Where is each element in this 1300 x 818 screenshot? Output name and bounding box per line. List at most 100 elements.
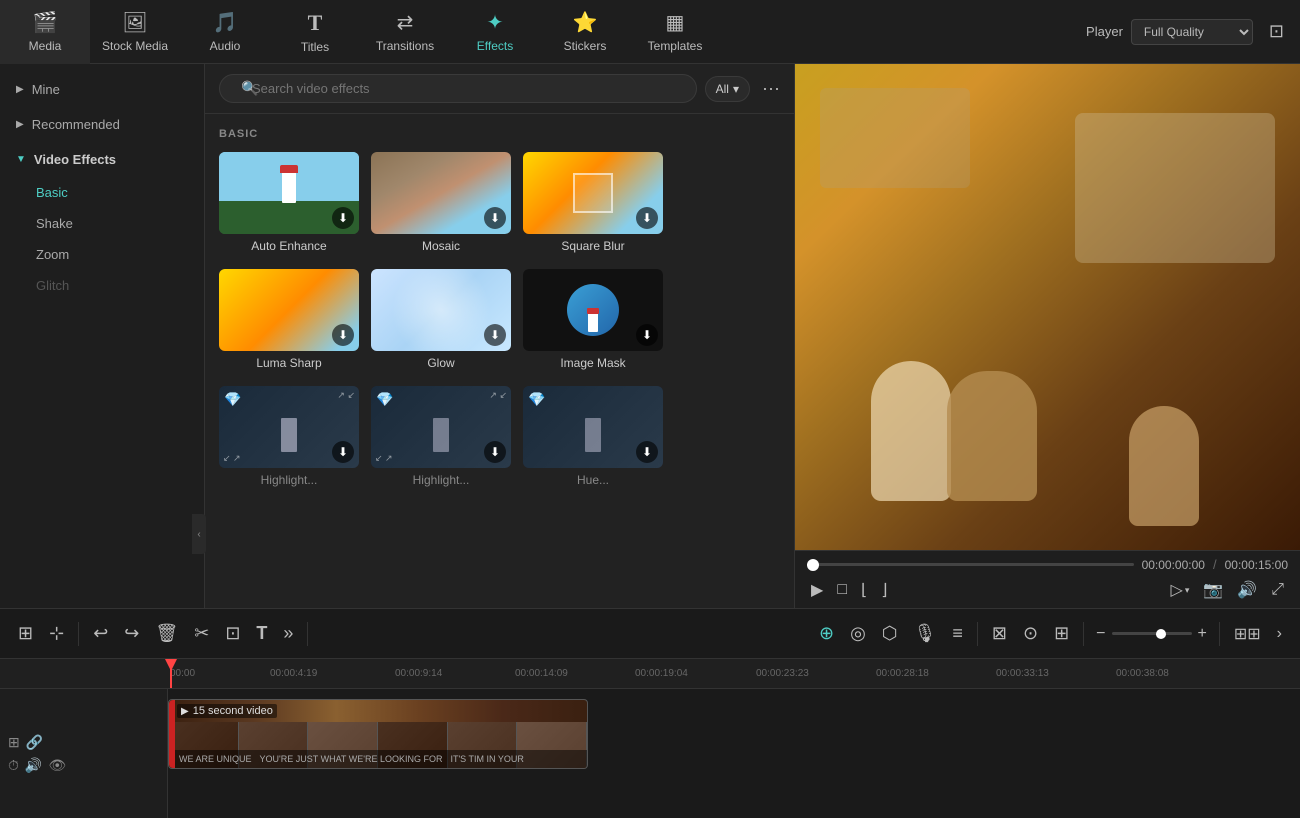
effect-thumb-highlight2: 💎 ↗ ↙ ↙ ↗ ⬇ bbox=[371, 386, 511, 468]
effect-thumb-square-blur: ⬇ bbox=[523, 152, 663, 234]
tool-mic[interactable]: 🎙 bbox=[908, 619, 943, 648]
tool-layout[interactable]: ⊞ bbox=[12, 619, 39, 648]
tool-cut[interactable]: ✂ bbox=[188, 619, 215, 648]
nav-effects[interactable]: ✦ Effects bbox=[450, 0, 540, 64]
tool-record2[interactable]: ◎ bbox=[844, 619, 872, 648]
effect-card-square-blur[interactable]: ⬇ Square Blur bbox=[523, 152, 663, 253]
toolbar-separator-4 bbox=[1083, 622, 1084, 646]
effect-thumb-luma-sharp: ⬇ bbox=[219, 269, 359, 351]
nav-titles[interactable]: T Titles bbox=[270, 0, 360, 64]
effect-card-image-mask[interactable]: ⬇ Image Mask bbox=[523, 269, 663, 370]
sidebar-subitem-basic[interactable]: Basic bbox=[0, 177, 204, 208]
track-volume-button[interactable]: 🔊 bbox=[25, 757, 42, 774]
sidebar-subitem-zoom[interactable]: Zoom bbox=[0, 239, 204, 270]
tool-redo[interactable]: ↪ bbox=[118, 619, 145, 648]
audio-button[interactable]: 🔊 bbox=[1233, 578, 1261, 602]
grid-view-button[interactable]: ⊞⊞ bbox=[1228, 620, 1267, 648]
effect-card-auto-enhance[interactable]: ⬇ Auto Enhance bbox=[219, 152, 359, 253]
player-fullscreen-icon[interactable]: ⊡ bbox=[1269, 21, 1284, 42]
progress-track[interactable] bbox=[807, 563, 1134, 566]
effect-download-icon[interactable]: ⬇ bbox=[636, 441, 658, 463]
effect-download-icon[interactable]: ⬇ bbox=[636, 324, 658, 346]
titles-icon: T bbox=[308, 10, 323, 36]
video-effects-chevron-icon: ▼ bbox=[16, 154, 26, 165]
play-button[interactable]: ▶ bbox=[807, 578, 827, 602]
effect-name-glow: Glow bbox=[371, 356, 511, 370]
nav-stickers[interactable]: ⭐ Stickers bbox=[540, 0, 630, 64]
track-visibility-button[interactable]: 👁 bbox=[48, 757, 66, 774]
stock-media-icon: 🖼 bbox=[122, 10, 147, 35]
tool-shape[interactable]: ⬡ bbox=[876, 619, 904, 648]
stop-button[interactable]: □ bbox=[833, 579, 851, 601]
expand-button[interactable]: › bbox=[1271, 621, 1288, 647]
nav-stock-media[interactable]: 🖼 Stock Media bbox=[90, 0, 180, 64]
media-icon: 🎬 bbox=[33, 10, 58, 35]
effect-card-luma-sharp[interactable]: ⬇ Luma Sharp bbox=[219, 269, 359, 370]
track-controls: ⊞ 🔗 ⏱ 🔊 👁 bbox=[0, 689, 168, 818]
effects-row-2: ⬇ Luma Sharp ⬇ Glow bbox=[219, 269, 780, 370]
sidebar-subitem-shake[interactable]: Shake bbox=[0, 208, 204, 239]
sidebar-item-video-effects[interactable]: ▼ Video Effects bbox=[0, 142, 204, 177]
nav-audio[interactable]: 🎵 Audio bbox=[180, 0, 270, 64]
fullscreen-button[interactable]: ⤢ bbox=[1267, 579, 1288, 601]
effect-name-luma-sharp: Luma Sharp bbox=[219, 356, 359, 370]
effect-download-icon[interactable]: ⬇ bbox=[484, 324, 506, 346]
effect-thumb-auto-enhance: ⬇ bbox=[219, 152, 359, 234]
tool-crop[interactable]: ⊡ bbox=[219, 619, 246, 648]
tool-text[interactable]: T bbox=[250, 619, 273, 648]
export-frame-button[interactable]: ▷▾ bbox=[1167, 578, 1194, 602]
progress-thumb bbox=[807, 559, 819, 571]
effect-download-icon[interactable]: ⬇ bbox=[484, 207, 506, 229]
zoom-track[interactable] bbox=[1112, 632, 1192, 635]
effect-download-icon[interactable]: ⬇ bbox=[332, 324, 354, 346]
tool-camera[interactable]: ⊙ bbox=[1017, 619, 1044, 648]
nav-templates[interactable]: ▦ Templates bbox=[630, 0, 720, 64]
ruler-mark-1: 00:00:4:19 bbox=[270, 668, 317, 679]
ruler-mark-2: 00:00:9:14 bbox=[395, 668, 442, 679]
search-icon: 🔍 bbox=[241, 80, 258, 97]
effect-download-icon[interactable]: ⬇ bbox=[636, 207, 658, 229]
sidebar-item-recommended[interactable]: ▶ Recommended bbox=[0, 107, 204, 142]
track-speed-button[interactable]: ⏱ bbox=[8, 757, 19, 774]
mark-out-button[interactable]: ⌋ bbox=[877, 578, 891, 602]
nav-media[interactable]: 🎬 Media bbox=[0, 0, 90, 64]
effect-card-mosaic[interactable]: ⬇ Mosaic bbox=[371, 152, 511, 253]
effect-card-highlight2[interactable]: 💎 ↗ ↙ ↙ ↗ ⬇ Highlight... bbox=[371, 386, 511, 487]
tool-add[interactable]: ⊞ bbox=[1048, 619, 1075, 648]
timeline-tracks: ⊞ 🔗 ⏱ 🔊 👁 ▶ 15 second video bbox=[0, 689, 1300, 818]
premium-icon: 💎 bbox=[528, 391, 545, 408]
video-clip[interactable]: ▶ 15 second video WE ARE UNIQUE YOU'RE J… bbox=[168, 699, 588, 769]
time-current: 00:00:00:00 bbox=[1142, 558, 1205, 572]
nav-transitions[interactable]: ⇄ Transitions bbox=[360, 0, 450, 64]
effect-card-glow[interactable]: ⬇ Glow bbox=[371, 269, 511, 370]
effect-thumb-highlight3: 💎 ⬇ bbox=[523, 386, 663, 468]
zoom-in-button[interactable]: + bbox=[1194, 623, 1211, 645]
toolbar-separator-5 bbox=[1219, 622, 1220, 646]
templates-icon: ▦ bbox=[666, 10, 685, 35]
sidebar-collapse-btn[interactable]: ‹ bbox=[192, 514, 205, 554]
effect-download-icon[interactable]: ⬇ bbox=[332, 441, 354, 463]
effect-download-icon[interactable]: ⬇ bbox=[484, 441, 506, 463]
ruler-mark-8: 00:00:38:08 bbox=[1116, 668, 1169, 679]
zoom-out-button[interactable]: − bbox=[1092, 623, 1109, 645]
filter-dropdown[interactable]: All ▾ bbox=[705, 76, 750, 102]
tool-select[interactable]: ⊹ bbox=[43, 619, 70, 648]
tool-split[interactable]: ⊠ bbox=[986, 619, 1013, 648]
tool-timeline[interactable]: ≡ bbox=[946, 619, 969, 648]
more-options-icon[interactable]: ··· bbox=[762, 78, 780, 99]
sidebar-item-mine[interactable]: ▶ Mine bbox=[0, 72, 204, 107]
effect-download-icon[interactable]: ⬇ bbox=[332, 207, 354, 229]
tool-record[interactable]: ⊕ bbox=[813, 619, 840, 648]
search-input[interactable] bbox=[219, 74, 697, 103]
tool-more[interactable]: » bbox=[277, 619, 299, 648]
effect-card-highlight3[interactable]: 💎 ⬇ Hue... bbox=[523, 386, 663, 487]
tool-delete[interactable]: 🗑 bbox=[149, 619, 184, 648]
effect-card-highlight1[interactable]: 💎 ↗ ↙ ↙ ↗ ⬇ Highlight... bbox=[219, 386, 359, 487]
ruler-mark-7: 00:00:33:13 bbox=[996, 668, 1049, 679]
mark-in-button[interactable]: ⌊ bbox=[857, 578, 871, 602]
tool-undo[interactable]: ↩ bbox=[87, 619, 114, 648]
screenshot-button[interactable]: 📷 bbox=[1199, 578, 1227, 602]
quality-select[interactable]: Full Quality High Quality Medium Quality bbox=[1131, 19, 1253, 45]
effects-icon: ✦ bbox=[487, 10, 504, 35]
premium-icon: 💎 bbox=[376, 391, 393, 408]
